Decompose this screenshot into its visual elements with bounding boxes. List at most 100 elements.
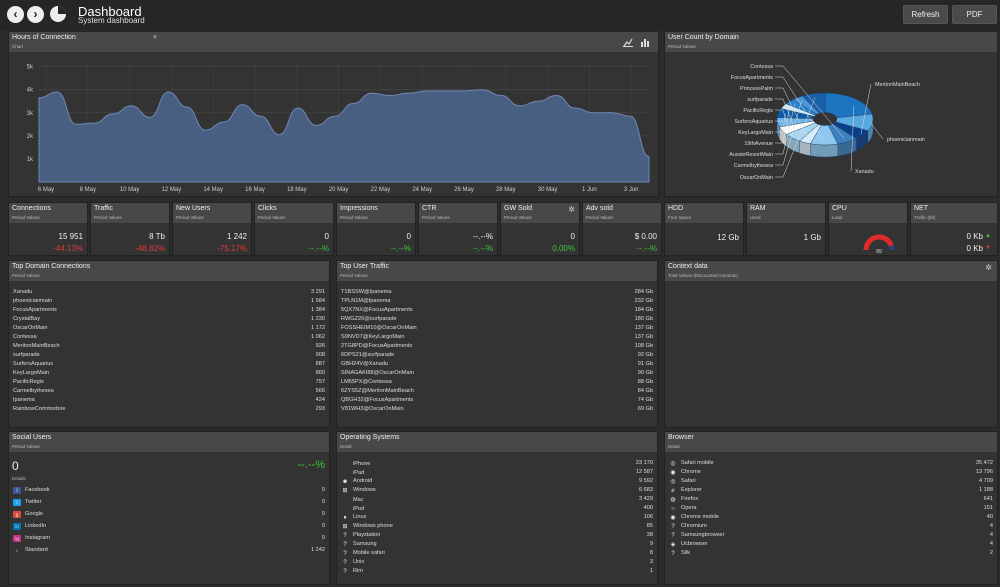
row-label-wrap: ? Chromium xyxy=(669,522,706,531)
table-row[interactable]: ☻ Android 9 592 xyxy=(341,477,653,486)
row-value: 3 xyxy=(649,559,653,565)
area-series xyxy=(38,89,650,183)
table-row[interactable]: ? Unix 3 xyxy=(341,558,653,567)
x-tick-label: 22 May xyxy=(371,187,391,193)
gear-icon[interactable]: ✲ xyxy=(568,205,575,214)
table-row[interactable]: KeyLargoMain 860 xyxy=(13,369,325,378)
table-row[interactable]: LM65PX@Contessa 88 Gb xyxy=(341,378,653,387)
arrow-down-icon: ▼ xyxy=(985,245,991,251)
pie-slice-side xyxy=(810,143,838,158)
table-row[interactable]: 2TG8PD@FocusApartments 108 Gb xyxy=(341,342,653,351)
table-row[interactable]: TPLN1M@Ipanema 232 Gb xyxy=(341,297,653,306)
kpi-delta: --.--% xyxy=(391,244,411,253)
table-row[interactable]: S9NVD7@KeyLargoMain 137 Gb xyxy=(341,333,653,342)
table-row[interactable]: f Facebook 0 xyxy=(13,486,325,498)
x-tick-label: 3 Jun xyxy=(624,187,639,193)
table-row[interactable]: QBGH32@FocusApartments 74 Gb xyxy=(341,396,653,405)
table-row[interactable]: ◎ Safari 4 709 xyxy=(669,477,993,486)
table-row[interactable]: ? Rim 1 xyxy=(341,567,653,576)
table-row[interactable]: T1BSSW@Ipanema 284 Gb xyxy=(341,288,653,297)
table-row[interactable]: ? Playstation 38 xyxy=(341,531,653,540)
table-row[interactable]: phoenicianmain 1 584 xyxy=(13,297,325,306)
table-row[interactable]: SINAGAKI88@OscarOnMain 90 Gb xyxy=(341,369,653,378)
table-row[interactable]: ◍ Firefox 641 xyxy=(669,495,993,504)
social-total: 0 xyxy=(12,459,19,473)
table-row[interactable]: ◎ Safari mobile 35 472 xyxy=(669,459,993,468)
silk-icon: ? xyxy=(671,551,675,557)
refresh-button[interactable]: Refresh xyxy=(903,5,948,24)
table-row[interactable]: Ipanema 424 xyxy=(13,396,325,405)
table-row[interactable]: PacificRegis 757 xyxy=(13,378,325,387)
row-value: 184 Gb xyxy=(634,307,653,313)
table-row[interactable]: in LinkedIn 0 xyxy=(13,522,325,534)
forward-icon[interactable]: › xyxy=(27,6,44,23)
y-tick-label: 5k xyxy=(27,65,34,71)
table-row[interactable]: ◈ Ucbrowser 4 xyxy=(669,540,993,549)
table-row[interactable]: g Google 0 xyxy=(13,510,325,522)
table-row[interactable]: Xanadu 3 291 xyxy=(13,288,325,297)
table-row[interactable]: V81WH3@OscarOnMain 69 Gb xyxy=(341,405,653,414)
table-row[interactable]: iPad 12 587 xyxy=(341,468,653,477)
table-row[interactable]: ◉ Chrome mobile 40 xyxy=(669,513,993,522)
table-row[interactable]: ? Samsung 9 xyxy=(341,540,653,549)
table-row[interactable]: RWGZ26@surfparade 180 Gb xyxy=(341,315,653,324)
table-row[interactable]: t Twitter 0 xyxy=(13,498,325,510)
table-row[interactable]: FOSSHEIM10@OscarOnMain 137 Gb xyxy=(341,324,653,333)
row-label-wrap: iPod xyxy=(341,504,364,513)
chevron-down-icon[interactable]: ▼ xyxy=(152,35,158,41)
table-row[interactable]: 5QX7NX@FocusApartments 184 Gb xyxy=(341,306,653,315)
row-value: 12 587 xyxy=(635,469,653,475)
table-row[interactable]: iPhone 23 170 xyxy=(341,459,653,468)
pie-chart-icon[interactable] xyxy=(49,5,67,23)
table-row[interactable]: Contessa 1 062 xyxy=(13,333,325,342)
table-row[interactable]: RainbowCommodore 293 xyxy=(13,405,325,414)
net-card: NET Traffic (bit) 0 Kb ▲ 0 Kb ▼ xyxy=(910,202,998,256)
row-label-wrap: FocusApartments xyxy=(13,306,57,315)
x-tick-label: 28 May xyxy=(496,187,516,193)
table-row[interactable]: ⊞ Windows phone 85 xyxy=(341,522,653,531)
panel-title: GW Sold xyxy=(504,205,533,212)
row-label-wrap: ? Silk xyxy=(669,549,690,558)
table-row[interactable]: Carmelbythesea 566 xyxy=(13,387,325,396)
table-row[interactable]: Mac 3 429 xyxy=(341,495,653,504)
table-row[interactable]: ? Chromium 4 xyxy=(669,522,993,531)
table-row[interactable]: OscarOnMain 1 172 xyxy=(13,324,325,333)
table-row[interactable]: ℯ Explorer 1 188 xyxy=(669,486,993,495)
row-value: 0 xyxy=(321,487,325,493)
table-row[interactable]: iPod 400 xyxy=(341,504,653,513)
panel-header: GW Sold Period Values xyxy=(501,203,579,223)
panel-header: Connections Period Values xyxy=(9,203,87,223)
table-row[interactable]: ig Instagram 0 xyxy=(13,534,325,546)
table-row[interactable]: ○ Opera 151 xyxy=(669,504,993,513)
table-row[interactable]: ? Silk 2 xyxy=(669,549,993,558)
samsung-icon: ? xyxy=(343,542,347,548)
table-row[interactable]: FocusApartments 1 384 xyxy=(13,306,325,315)
table-row[interactable]: 6DPS21@surfparade 92 Gb xyxy=(341,351,653,360)
pdf-button[interactable]: PDF xyxy=(952,5,997,24)
row-label-wrap: RainbowCommodore xyxy=(13,405,66,414)
row-label: T1BSSW@Ipanema xyxy=(341,289,392,295)
table-row[interactable]: ⊞ Windows 6 683 xyxy=(341,486,653,495)
bar-chart-icon[interactable] xyxy=(640,38,650,47)
table-row[interactable]: ? Mobile safari 8 xyxy=(341,549,653,558)
table-row[interactable]: 6ZYS5Z@MeritonMainBeach 84 Gb xyxy=(341,387,653,396)
table-row[interactable]: CrystalBay 1 230 xyxy=(13,315,325,324)
row-label-wrap: ? Samsung xyxy=(341,540,376,549)
table-row[interactable]: ◉ Chrome 13 796 xyxy=(669,468,993,477)
gear-icon[interactable]: ✲ xyxy=(985,263,992,272)
back-icon[interactable]: ‹ xyxy=(7,6,24,23)
table-row[interactable]: ♦ Linux 106 xyxy=(341,513,653,522)
panel-header: Adv sold Period Values xyxy=(583,203,661,223)
x-tick-label: 16 May xyxy=(245,187,265,193)
table-row[interactable]: ⌂ Standard 1 242 xyxy=(13,546,325,558)
table-row[interactable]: MeritonMainBeach 926 xyxy=(13,342,325,351)
table-row[interactable]: SurfersAquarius 887 xyxy=(13,360,325,369)
line-chart-icon[interactable] xyxy=(623,38,633,47)
table-row[interactable]: GBH24V@Xanadu 91 Gb xyxy=(341,360,653,369)
row-value: 3 291 xyxy=(311,289,325,295)
panel-title: Hours of Connection xyxy=(12,34,76,41)
table-row[interactable]: surfparade 908 xyxy=(13,351,325,360)
table-row[interactable]: ? Samsungbrowser 4 xyxy=(669,531,993,540)
user-count-panel: User Count by Domain Period Values Conte… xyxy=(664,31,998,197)
facebook-icon: f xyxy=(13,487,21,494)
